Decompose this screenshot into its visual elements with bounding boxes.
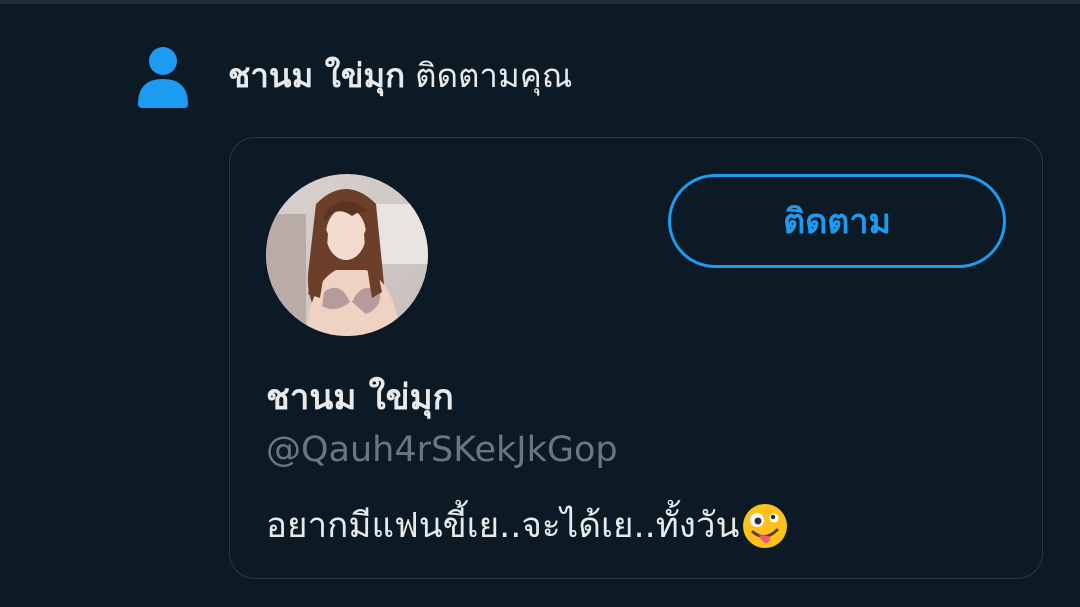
zany-face-icon bbox=[743, 503, 788, 548]
notification-user-name[interactable]: ชานม ใข่มุก bbox=[228, 56, 405, 95]
display-name[interactable]: ชานม ใข่มุก bbox=[266, 370, 454, 425]
top-divider bbox=[0, 0, 1080, 4]
bio-text: อยากมีแฟนขี้เย..จะได้เย..ทั้งวัน bbox=[266, 506, 740, 546]
follow-button[interactable]: ติดตาม bbox=[668, 174, 1006, 268]
follow-notification[interactable]: ชานม ใข่มุก ติดตามคุณ bbox=[136, 44, 572, 108]
user-card[interactable]: ติดตาม ชานม ใข่มุก @Qauh4rSKekJkGop อยาก… bbox=[229, 137, 1043, 579]
person-icon bbox=[138, 47, 188, 108]
user-handle[interactable]: @Qauh4rSKekJkGop bbox=[266, 430, 618, 470]
user-bio: อยากมีแฟนขี้เย..จะได้เย..ทั้งวัน bbox=[266, 498, 789, 553]
notification-text: ชานม ใข่มุก ติดตามคุณ bbox=[228, 44, 572, 108]
avatar[interactable] bbox=[266, 174, 428, 336]
avatar-photo bbox=[266, 174, 428, 336]
notification-action-text: ติดตามคุณ bbox=[415, 56, 573, 95]
